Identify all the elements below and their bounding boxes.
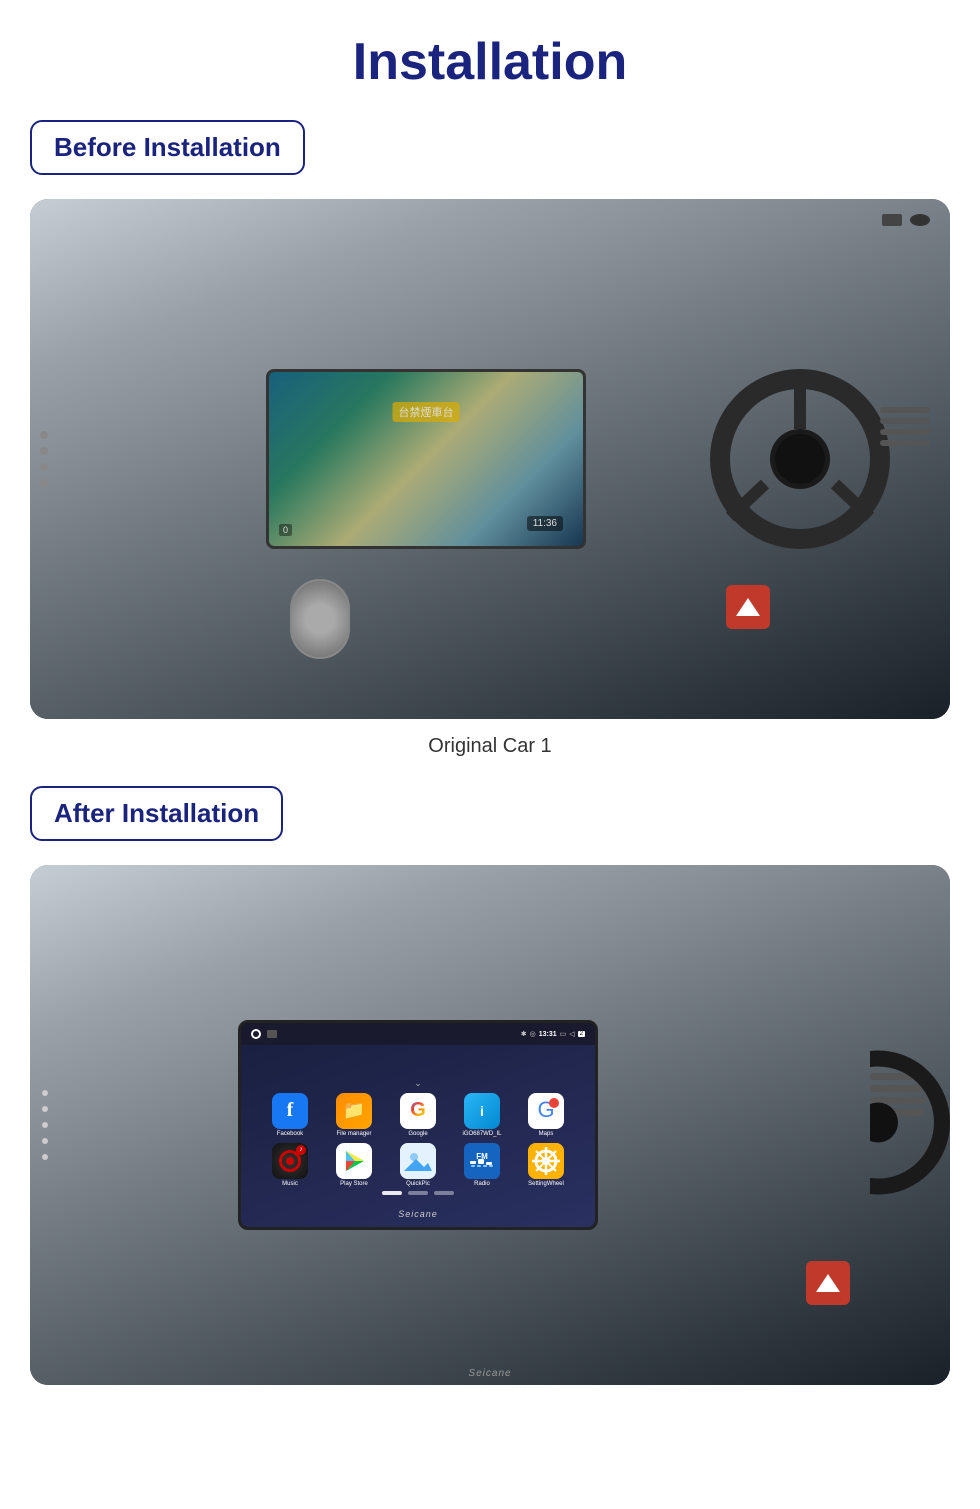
before-section: Before Installation 台禁煙車台 11:36 <box>0 120 980 786</box>
page-title: Installation <box>0 32 980 92</box>
play-store-label: Play Store <box>340 1181 368 1187</box>
before-caption: Original Car 1 <box>0 735 980 758</box>
before-installation-badge: Before Installation <box>30 120 305 175</box>
app-file-manager[interactable]: 📁 File manager <box>327 1093 381 1137</box>
app-play-store[interactable]: Play Store <box>327 1143 381 1187</box>
before-car-image: 台禁煙車台 11:36 0 <box>30 199 950 719</box>
app-music[interactable]: ♪ Music <box>263 1143 317 1187</box>
app-google[interactable]: G Google <box>391 1093 445 1137</box>
app-setting-wheel[interactable]: SettingWheel <box>519 1143 573 1187</box>
seicane-label: Seicane <box>398 1209 438 1219</box>
after-car-image: ✱◎ 13:31 ▭◁2 ⌄ f <box>30 865 950 1385</box>
after-caption-bottom <box>0 1385 980 1405</box>
app-quickpic[interactable]: QuickPic <box>391 1143 445 1187</box>
app-maps[interactable]: G Maps <box>519 1093 573 1137</box>
app-radio[interactable]: FM Radio <box>455 1143 509 1187</box>
after-section: After Installation <box>0 786 980 1405</box>
app-igo[interactable]: i iGO687WD_IL <box>455 1093 509 1137</box>
status-time: 13:31 <box>539 1031 557 1038</box>
after-installation-badge: After Installation <box>30 786 283 841</box>
app-facebook[interactable]: f Facebook <box>263 1093 317 1137</box>
